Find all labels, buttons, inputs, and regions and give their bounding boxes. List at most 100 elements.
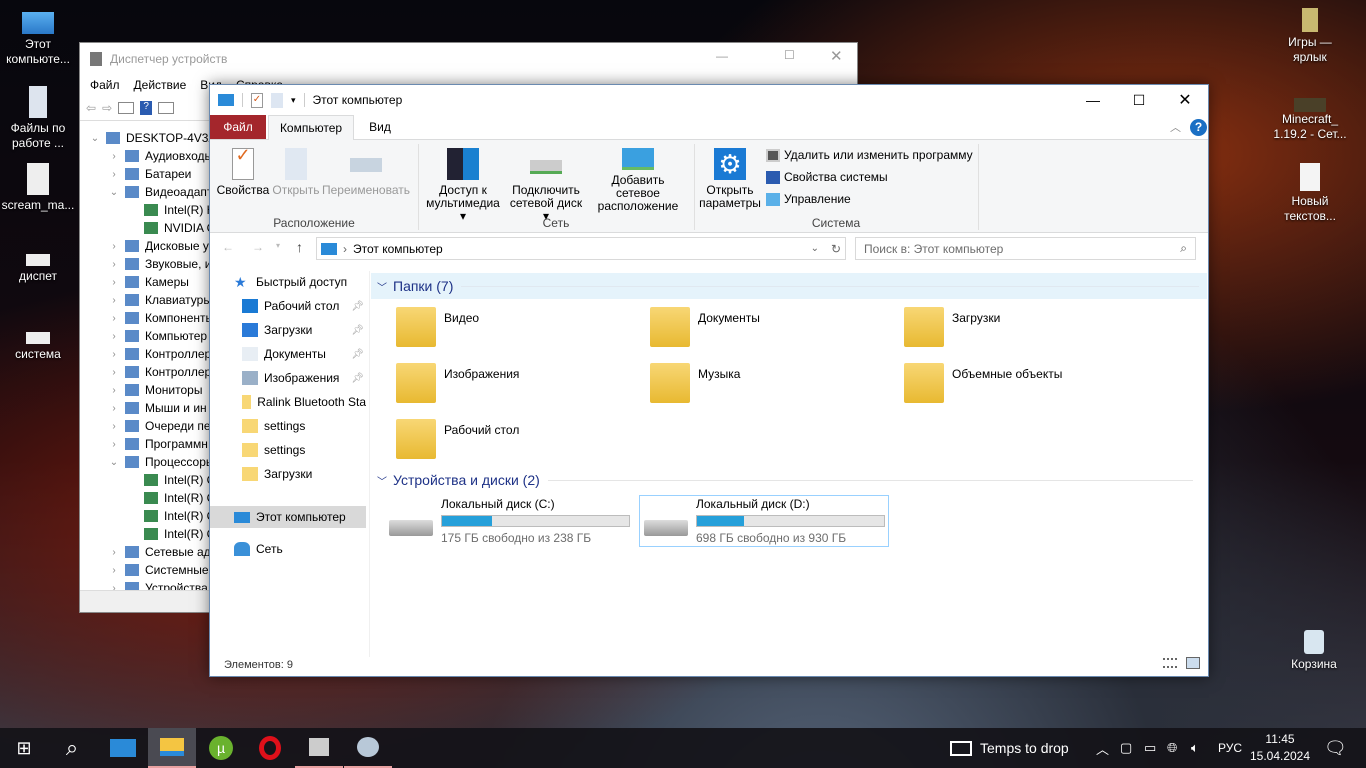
properties-quick-icon[interactable]: ✓	[251, 92, 263, 108]
nav-quick-access-item[interactable]: Ralink Bluetooth Sta	[242, 391, 366, 413]
chevron-right-icon[interactable]: ›	[107, 385, 121, 396]
menu-file[interactable]: Файл	[90, 78, 120, 92]
desktop-icon-work-files[interactable]: Файлы по работе ...	[0, 86, 76, 151]
clock[interactable]: 11:45 15.04.2024	[1250, 728, 1310, 768]
device-tree-item[interactable]: ⌄ Процессоры	[107, 453, 215, 471]
navigation-pane[interactable]: ★ Быстрый доступ Рабочий стол 📌︎ Загрузки 📌︎…	[210, 271, 370, 657]
drive-item[interactable]: Локальный диск (C:) 175 ГБ свободно из 23…	[385, 495, 635, 547]
nav-network[interactable]: Сеть	[234, 538, 283, 560]
language-indicator[interactable]: РУС	[1218, 728, 1242, 768]
desktop-icon-this-pc[interactable]: Этот компьюте...	[0, 8, 76, 67]
minimize-button[interactable]: —	[716, 49, 728, 63]
device-tree-item[interactable]: › Контроллеры	[107, 345, 220, 363]
nav-quick-access-item[interactable]: Загрузки 📌︎	[242, 319, 366, 341]
folder-item[interactable]: Видео	[396, 307, 479, 347]
tab-file[interactable]: Файл	[210, 115, 266, 139]
system-properties-button[interactable]: Свойства системы	[766, 170, 888, 184]
folder-item[interactable]: Загрузки	[904, 307, 1000, 347]
show-hidden-icons[interactable]: ︿	[1096, 728, 1109, 768]
address-dropdown-icon[interactable]: ⌄	[811, 243, 819, 254]
nav-quick-access-item[interactable]: settings	[242, 415, 366, 437]
help-icon[interactable]: ?	[1190, 119, 1207, 136]
maximize-button[interactable]: ☐	[784, 48, 795, 62]
details-view-icon[interactable]	[1163, 658, 1177, 668]
chevron-right-icon[interactable]: ›	[107, 169, 121, 180]
desktop-icon-text-file[interactable]: Новый текстов...	[1272, 163, 1348, 224]
network-globe-icon[interactable]: 🌐︎	[1167, 728, 1177, 768]
chevron-right-icon[interactable]: ›	[107, 349, 121, 360]
maximize-button[interactable]: ☐	[1116, 85, 1162, 115]
device-tree-item[interactable]: › Очереди печ	[107, 417, 216, 435]
mail-app[interactable]	[99, 728, 147, 768]
refresh-icon[interactable]: ↻	[831, 242, 841, 256]
chevron-right-icon[interactable]: ›	[107, 259, 121, 270]
folder-item[interactable]: Изображения	[396, 363, 519, 403]
desktop-icon-sistema[interactable]: система	[0, 322, 76, 362]
desktop-icon-recycle-bin[interactable]: Корзина	[1276, 630, 1352, 672]
folders-group-header[interactable]: ﹀ Папки (7)	[371, 273, 1207, 299]
chevron-right-icon[interactable]: ›	[107, 241, 121, 252]
nav-quick-access-item[interactable]: settings	[242, 439, 366, 461]
add-network-location-button[interactable]: Добавить сетевое расположение	[588, 148, 688, 213]
back-icon[interactable]: ⇦	[86, 101, 96, 115]
nav-this-pc[interactable]: Этот компьютер	[210, 506, 366, 528]
help-icon[interactable]: ?	[140, 100, 153, 115]
device-tree-item[interactable]: ⌄ DESKTOP-4V3AE	[88, 129, 225, 147]
device-tree-item[interactable]: Intel(R) C	[126, 489, 215, 507]
nav-quick-access-item[interactable]: Загрузки	[242, 463, 366, 485]
device-tree-item[interactable]: › Сетевые ада	[107, 543, 217, 561]
device-tree-item[interactable]: › Дисковые у	[107, 237, 209, 255]
rename-button[interactable]: Переименовать	[322, 148, 410, 197]
device-tree-item[interactable]: › Камеры	[107, 273, 189, 291]
paint-app[interactable]	[344, 728, 392, 768]
nav-quick-access-item[interactable]: Рабочий стол 📌︎	[242, 295, 366, 317]
desktop-icon-scream[interactable]: scream_ma...	[0, 163, 76, 213]
uninstall-program-button[interactable]: Удалить или изменить программу	[766, 148, 973, 162]
chevron-right-icon[interactable]: ›	[107, 439, 121, 450]
title-bar[interactable]: Диспетчер устройств	[80, 43, 857, 75]
chevron-right-icon[interactable]: ›	[107, 565, 121, 576]
devices-group-header[interactable]: ﹀ Устройства и диски (2)	[371, 469, 1201, 491]
device-tree-item[interactable]: › Батареи	[107, 165, 191, 183]
chevron-right-icon[interactable]: ›	[107, 331, 121, 342]
minimize-button[interactable]: —	[1070, 85, 1116, 115]
device-tree-item[interactable]: › Мониторы	[107, 381, 202, 399]
device-manager-app[interactable]	[295, 728, 343, 768]
forward-icon[interactable]: ⇨	[102, 101, 112, 115]
large-icons-view-icon[interactable]	[1186, 657, 1200, 669]
drive-item[interactable]: Локальный диск (D:) 698 ГБ свободно из 93…	[639, 495, 889, 547]
media-access-button[interactable]: Доступ к мультимедиа ▾	[422, 148, 504, 223]
close-button[interactable]: ✕	[1162, 85, 1208, 115]
device-tree-item[interactable]: Intel(R) H	[126, 201, 215, 219]
device-tree-item[interactable]: › Компьютер	[107, 327, 207, 345]
explorer-window[interactable]: ✓ ▾ Этот компьютер — ☐ ✕ Файл Компьютер …	[209, 84, 1209, 677]
chevron-right-icon[interactable]: ›	[107, 295, 121, 306]
customize-toolbar-icon[interactable]: ▾	[291, 95, 296, 106]
device-tree-item[interactable]: › Системные	[107, 561, 208, 579]
chevron-right-icon[interactable]: ›	[107, 151, 121, 162]
up-button[interactable]: ↑	[296, 239, 303, 255]
weather-widget[interactable]: Temps to drop	[950, 728, 1069, 768]
chevron-right-icon[interactable]: ›	[107, 421, 121, 432]
close-button[interactable]: ✕	[830, 47, 843, 65]
map-network-drive-button[interactable]: Подключить сетевой диск ▾	[506, 148, 586, 223]
new-folder-quick-icon[interactable]	[271, 92, 283, 108]
device-tree-item[interactable]: Intel(R) C	[126, 525, 215, 543]
device-tree-item[interactable]: › Контроллеры	[107, 363, 220, 381]
properties-button[interactable]: ✓ Свойства	[216, 146, 270, 197]
open-settings-button[interactable]: ⚙ Открыть параметры	[698, 148, 762, 210]
chevron-down-icon[interactable]: ⌄	[107, 187, 121, 198]
chevron-right-icon[interactable]: ›	[107, 547, 121, 558]
device-tree-item[interactable]: Intel(R) C	[126, 507, 215, 525]
folder-item[interactable]: Рабочий стол	[396, 419, 519, 459]
address-bar[interactable]: › Этот компьютер ⌄ ↻	[316, 237, 846, 260]
utorrent-app[interactable]: µ	[197, 728, 245, 768]
chevron-right-icon[interactable]: ›	[107, 313, 121, 324]
collapse-ribbon-icon[interactable]: ︿	[1170, 119, 1181, 135]
chevron-down-icon[interactable]: ⌄	[107, 457, 121, 468]
chevron-right-icon[interactable]: ›	[107, 277, 121, 288]
notifications-icon[interactable]: 🗨︎	[1324, 728, 1347, 768]
volume-icon[interactable]: 🔈︎	[1191, 728, 1199, 768]
battery-icon[interactable]: ▭	[1144, 728, 1156, 768]
chevron-down-icon[interactable]: ⌄	[88, 133, 102, 144]
